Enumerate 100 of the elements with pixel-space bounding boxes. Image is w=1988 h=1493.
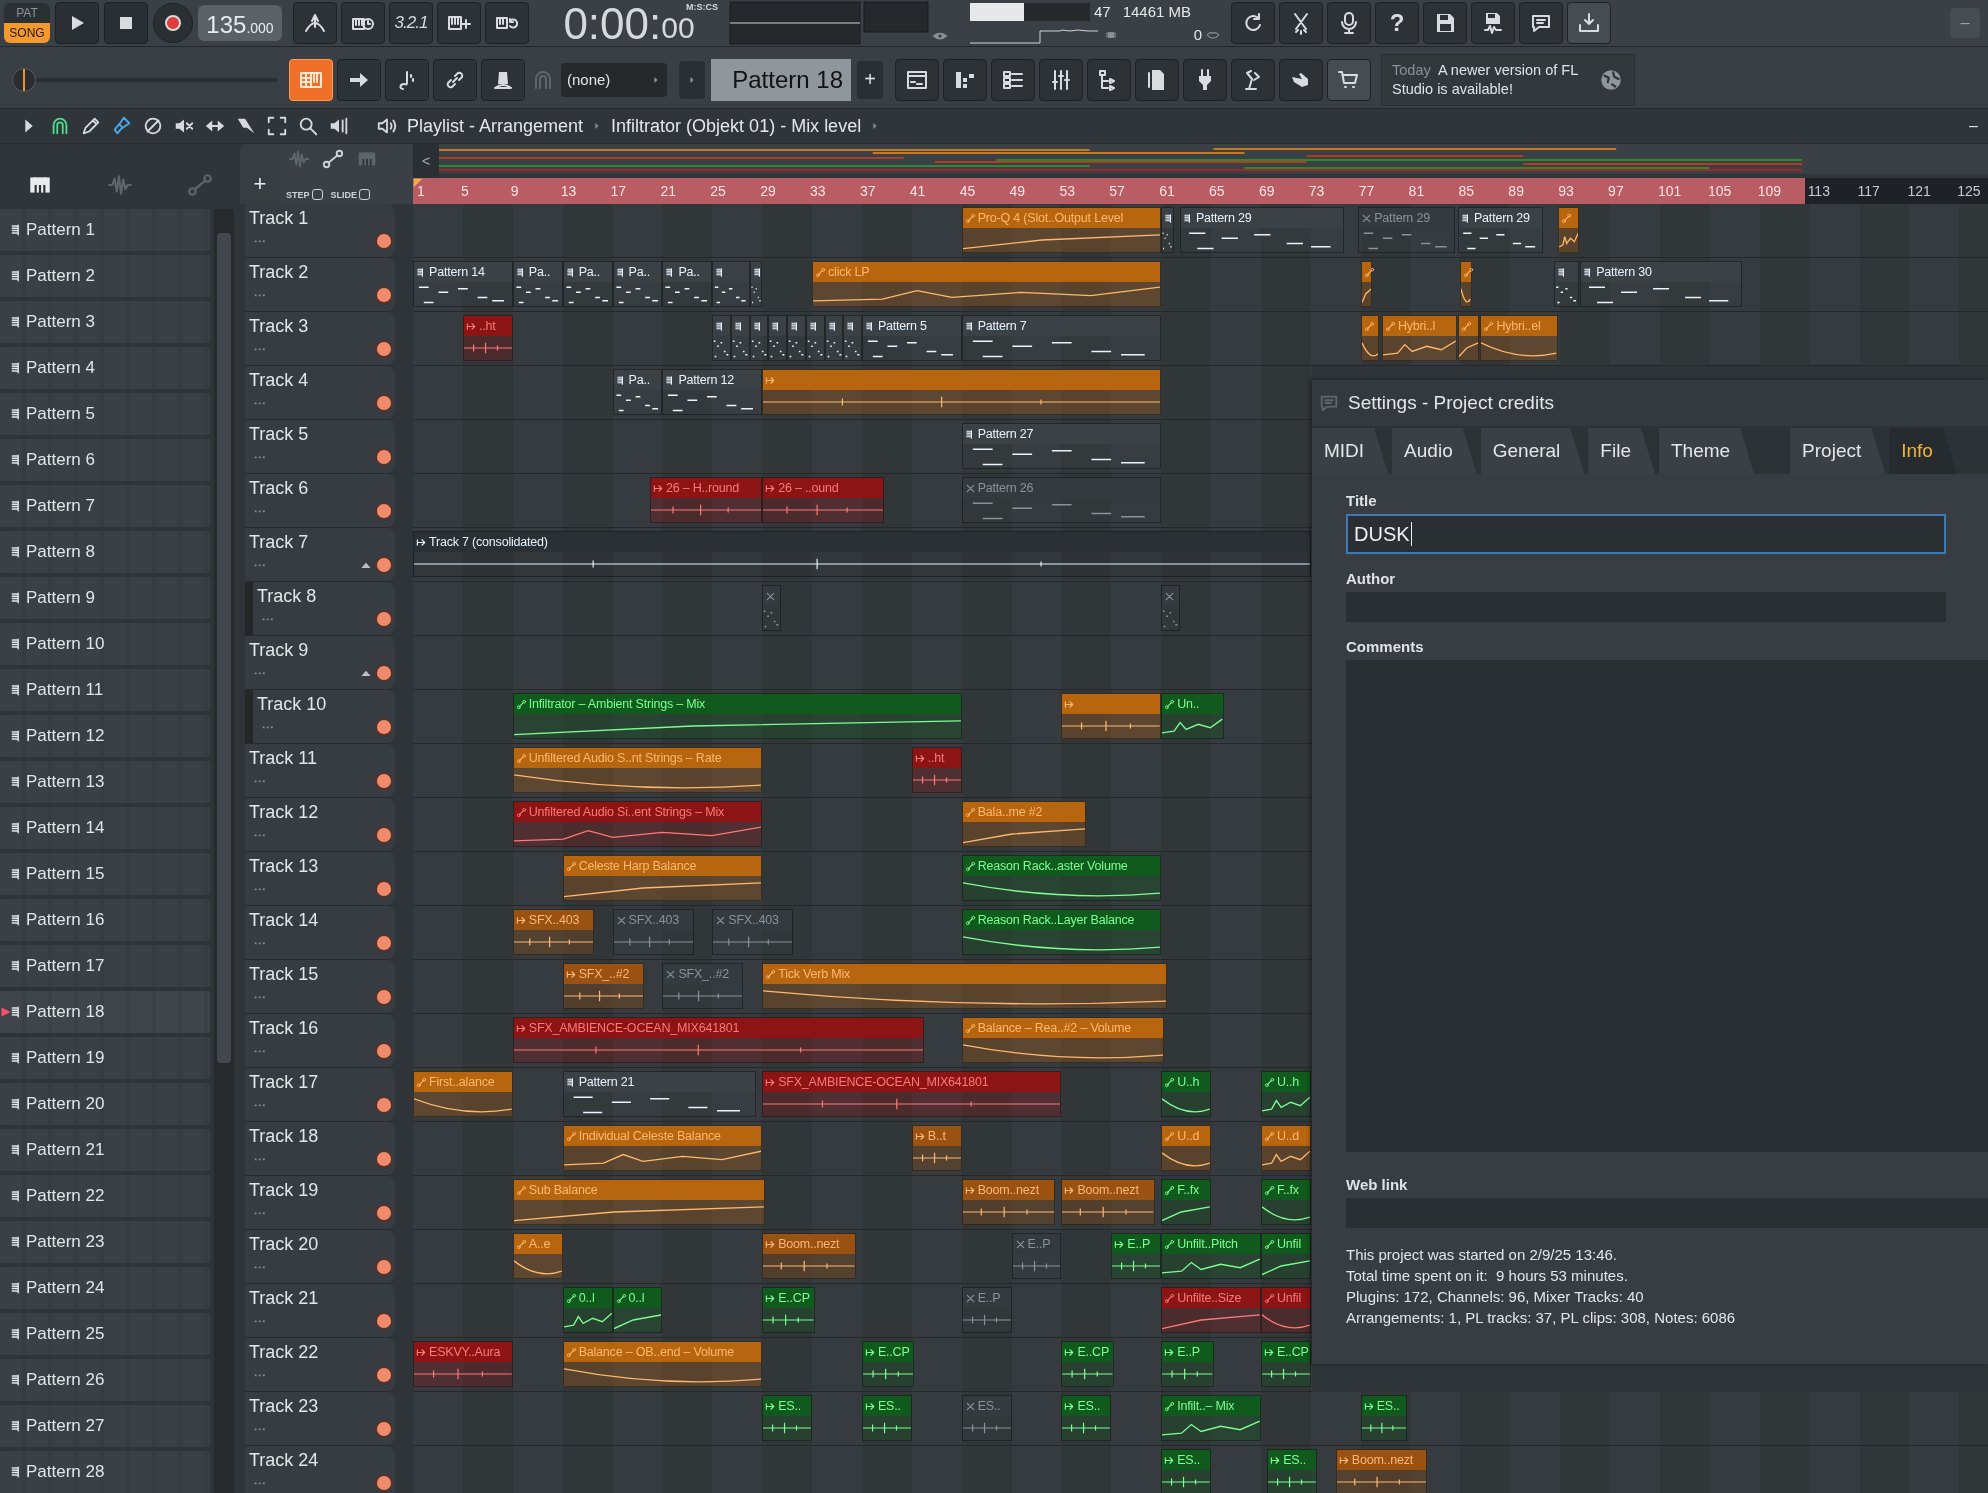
track-lane[interactable]: Infiltrator – Ambient Strings – Mix Un.. <box>413 690 1312 744</box>
playlist-clip[interactable]: Pa.. <box>562 261 613 307</box>
pattern-item[interactable]: Pattern 1 <box>0 209 210 251</box>
playlist-clip[interactable]: Pa.. <box>512 261 563 307</box>
track-lane[interactable]: 26 – H..round 26 – ..ound Pattern 26 <box>413 474 1312 528</box>
playlist-clip[interactable]: SFX..403 <box>712 909 794 955</box>
pattern-item[interactable]: Pattern 11 <box>0 669 210 711</box>
track-lane[interactable]: 0..l 0..l E..CP E..P Unfilte..Size Unfil <box>413 1284 1312 1338</box>
pattern-item[interactable]: Pattern 5 <box>0 393 210 435</box>
text-field[interactable]: DUSK <box>1346 514 1946 554</box>
pattern-item[interactable]: Pattern 12 <box>0 715 210 757</box>
track-lane[interactable]: Pro-Q 4 (Slot..Output Level Pattern 29 Pattern 29 Pattern 29 <box>413 204 1988 258</box>
track-lane[interactable]: Pattern 14 Pa.. Pa.. Pa.. Pa.. click LP Pattern 30 <box>413 258 1988 312</box>
playlist-clip[interactable]: Pattern 14 <box>413 261 513 307</box>
playlist-clip[interactable]: ESKVY..Aura <box>413 1341 513 1387</box>
track-lane[interactable]: Celeste Harp Balance Reason Rack..aster Volume <box>413 852 1312 906</box>
pattern-item[interactable]: Pattern 13 <box>0 761 210 803</box>
mode-toggle[interactable]: PAT <box>4 3 50 23</box>
playlist-clip[interactable]: E..P <box>1161 1341 1214 1387</box>
playlist-clip[interactable]: Infilt..– Mix <box>1161 1395 1261 1441</box>
track-lane[interactable]: ESKVY..Aura Balance – OB..end – Volume E..CP E..CP E..P E..CP <box>413 1338 1312 1392</box>
settings-tab[interactable]: MIDI <box>1312 428 1389 474</box>
pattern-item[interactable]: Pattern 4 <box>0 347 210 389</box>
track-header[interactable]: Track 21 <box>245 1284 395 1338</box>
track-header[interactable]: Track 3 <box>245 312 395 366</box>
pattern-item[interactable]: Pattern 24 <box>0 1267 210 1309</box>
pattern-item[interactable]: Pattern 26 <box>0 1359 210 1401</box>
track-header[interactable]: Track 1 <box>245 204 395 258</box>
pattern-item[interactable]: Pattern 9 <box>0 577 210 619</box>
track-header[interactable]: Track 8 <box>245 582 395 636</box>
playlist-clip[interactable]: Unfil <box>1260 1287 1311 1333</box>
pattern-item[interactable]: Pattern 17 <box>0 945 210 987</box>
playlist-clip[interactable]: 0..l <box>612 1287 663 1333</box>
track-lane[interactable]: Pa.. Pattern 12 <box>413 366 1312 420</box>
playlist-clip[interactable]: Unfilte..Size <box>1161 1287 1261 1333</box>
playlist-clip[interactable]: E..CP <box>861 1341 915 1387</box>
playlist-clip[interactable]: Pattern 30 <box>1580 261 1743 307</box>
playlist-clip[interactable]: Pattern 29 <box>1179 207 1345 253</box>
track-header[interactable]: Track 2 <box>245 258 395 312</box>
help-button[interactable]: ? <box>1375 2 1419 44</box>
playlist-clip[interactable]: F..fx <box>1161 1179 1212 1225</box>
playlist-clip[interactable]: Pa.. <box>612 369 663 415</box>
pattern-item[interactable]: Pattern 19 <box>0 1037 210 1079</box>
playlist-clip[interactable]: E..CP <box>762 1287 815 1333</box>
pattern-item[interactable]: Pattern 20 <box>0 1083 210 1125</box>
tempo-field[interactable]: 135.000 <box>198 5 282 41</box>
track-header[interactable]: Track 7 <box>245 528 395 582</box>
playlist-clip[interactable]: Pattern 21 <box>562 1071 756 1117</box>
playlist-clip[interactable]: Pattern 29 <box>1358 207 1456 253</box>
playlist-clip[interactable]: ES.. <box>762 1395 813 1441</box>
playlist-clip[interactable]: Unfil <box>1260 1233 1311 1279</box>
playlist-clip[interactable]: Reason Rack..Layer Balance <box>961 909 1162 955</box>
minimize-button[interactable]: – <box>1950 8 1980 38</box>
track-lane[interactable]: SFX_AMBIENCE-OCEAN_MIX641801 Balance – Rea..#2 – Volume <box>413 1014 1312 1068</box>
step-checkbox[interactable]: STEP <box>286 189 323 200</box>
playlist-clip[interactable]: ..ht <box>911 747 962 793</box>
playlist-clip[interactable]: SFX..403 <box>612 909 694 955</box>
pattern-item[interactable]: Pattern 27 <box>0 1405 210 1447</box>
track-header[interactable]: Track 13 <box>245 852 395 906</box>
playlist-clip[interactable]: ES.. <box>961 1395 1012 1441</box>
track-lane[interactable]: Pattern 27 <box>413 420 1312 474</box>
track-lane[interactable]: Unfiltered Audio S..nt Strings – Rate ..ht <box>413 744 1312 798</box>
playlist-clip[interactable]: Pa.. <box>612 261 663 307</box>
track-header[interactable]: Track 17 <box>245 1068 395 1122</box>
playlist-clip[interactable]: ES.. <box>1161 1449 1212 1493</box>
playlist-clip[interactable]: ES.. <box>861 1395 912 1441</box>
pattern-item[interactable]: Pattern 14 <box>0 807 210 849</box>
playlist-clip[interactable]: Pattern 5 <box>861 315 962 361</box>
breadcrumb[interactable]: Infiltrator (Objekt 01) - Mix level <box>611 115 862 137</box>
playlist-clip[interactable]: U..h <box>1260 1071 1311 1117</box>
pattern-item[interactable]: Pattern 3 <box>0 301 210 343</box>
track-lane[interactable]: ES.. ES.. ES.. ES.. Infilt..– Mix ES.. <box>413 1392 1988 1446</box>
pattern-item[interactable]: Pattern 18 <box>0 991 210 1033</box>
track-header[interactable]: Track 10 <box>245 690 395 744</box>
scroll-left-button[interactable]: < <box>413 144 439 178</box>
playlist-clip[interactable]: U..h <box>1161 1071 1212 1117</box>
pattern-item[interactable]: Pattern 6 <box>0 439 210 481</box>
countdown-button[interactable]: 3.2.1 <box>389 2 433 44</box>
playlist-clip[interactable]: ES.. <box>1061 1395 1112 1441</box>
playlist-clip[interactable]: Pattern 12 <box>662 369 763 415</box>
track-lane[interactable]: Sub Balance Boom..nezt Boom..nezt F..fx F..fx <box>413 1176 1312 1230</box>
track-header[interactable]: Track 18 <box>245 1122 395 1176</box>
playlist-clip[interactable]: Pattern 7 <box>961 315 1162 361</box>
track-header[interactable]: Track 4 <box>245 366 395 420</box>
track-lane[interactable]: SFX_..#2 SFX_..#2 Tick Verb Mix <box>413 960 1312 1014</box>
pattern-item[interactable]: Pattern 8 <box>0 531 210 573</box>
pattern-item[interactable]: Pattern 7 <box>0 485 210 527</box>
settings-tab[interactable]: Audio <box>1392 428 1477 474</box>
playlist-clip[interactable]: E..CP <box>1260 1341 1311 1387</box>
minimize-button[interactable]: – <box>1969 117 1978 135</box>
playlist-clip[interactable]: Reason Rack..aster Volume <box>961 855 1162 901</box>
slide-checkbox[interactable]: SLIDE <box>330 189 371 200</box>
track-lane[interactable]: A..e Boom..nezt E..P E..P Unfilt..Pitch Unfil <box>413 1230 1312 1284</box>
playlist-clip[interactable]: F..fx <box>1260 1179 1311 1225</box>
playlist-clip[interactable]: SFX_AMBIENCE-OCEAN_MIX641801 <box>512 1017 925 1063</box>
playlist-clip[interactable]: 0..l <box>562 1287 613 1333</box>
track-header[interactable]: Track 14 <box>245 906 395 960</box>
playlist-clip[interactable]: ES.. <box>1360 1395 1407 1441</box>
pattern-item[interactable]: Pattern 16 <box>0 899 210 941</box>
playlist-clip[interactable]: Pa.. <box>662 261 713 307</box>
